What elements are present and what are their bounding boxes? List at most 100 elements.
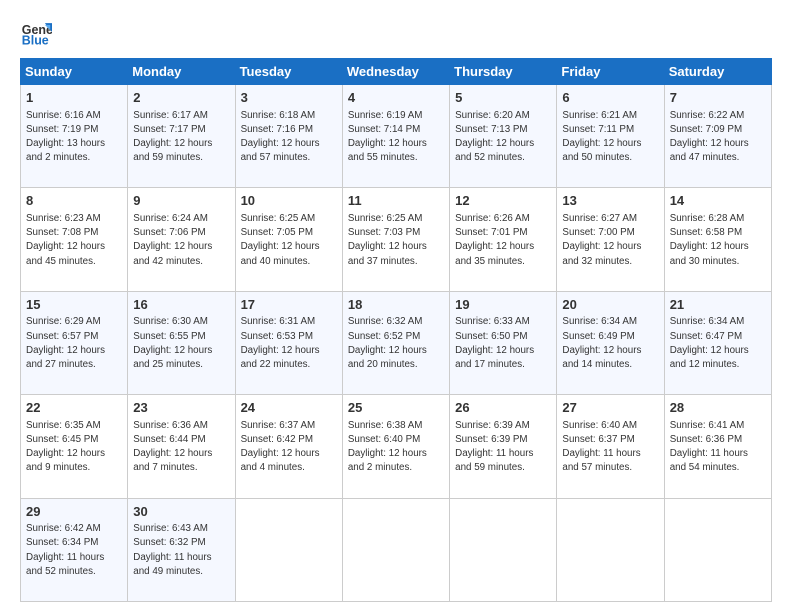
day-number: 26 [455, 399, 551, 417]
day-info: Sunrise: 6:42 AM Sunset: 6:34 PM Dayligh… [26, 523, 104, 577]
day-number: 17 [241, 296, 337, 314]
calendar-cell: 14 Sunrise: 6:28 AM Sunset: 6:58 PM Dayli… [664, 188, 771, 291]
calendar-cell: 3 Sunrise: 6:18 AM Sunset: 7:16 PM Daylig… [235, 85, 342, 188]
calendar-cell: 12 Sunrise: 6:26 AM Sunset: 7:01 PM Dayli… [450, 188, 557, 291]
day-number: 12 [455, 192, 551, 210]
calendar-cell: 29 Sunrise: 6:42 AM Sunset: 6:34 PM Dayli… [21, 498, 128, 601]
calendar-cell [235, 498, 342, 601]
calendar-cell: 7 Sunrise: 6:22 AM Sunset: 7:09 PM Daylig… [664, 85, 771, 188]
day-info: Sunrise: 6:31 AM Sunset: 6:53 PM Dayligh… [241, 316, 320, 370]
calendar-cell [557, 498, 664, 601]
calendar-cell: 20 Sunrise: 6:34 AM Sunset: 6:49 PM Dayli… [557, 291, 664, 394]
day-number: 21 [670, 296, 766, 314]
weekday-header-sunday: Sunday [21, 59, 128, 85]
day-number: 24 [241, 399, 337, 417]
calendar-table: SundayMondayTuesdayWednesdayThursdayFrid… [20, 58, 772, 602]
calendar-header: SundayMondayTuesdayWednesdayThursdayFrid… [21, 59, 772, 85]
day-info: Sunrise: 6:34 AM Sunset: 6:47 PM Dayligh… [670, 316, 749, 370]
day-number: 16 [133, 296, 229, 314]
day-info: Sunrise: 6:24 AM Sunset: 7:06 PM Dayligh… [133, 213, 212, 267]
day-info: Sunrise: 6:34 AM Sunset: 6:49 PM Dayligh… [562, 316, 641, 370]
calendar-cell: 13 Sunrise: 6:27 AM Sunset: 7:00 PM Dayli… [557, 188, 664, 291]
logo: General Blue [20, 16, 58, 48]
day-info: Sunrise: 6:27 AM Sunset: 7:00 PM Dayligh… [562, 213, 641, 267]
calendar-cell: 30Sunrise: 6:43 AM Sunset: 6:32 PM Dayli… [128, 498, 235, 601]
logo-icon: General Blue [20, 16, 52, 48]
weekday-header-wednesday: Wednesday [342, 59, 449, 85]
day-info: Sunrise: 6:28 AM Sunset: 6:58 PM Dayligh… [670, 213, 749, 267]
calendar-cell: 15Sunrise: 6:29 AM Sunset: 6:57 PM Dayli… [21, 291, 128, 394]
calendar-cell: 4 Sunrise: 6:19 AM Sunset: 7:14 PM Daylig… [342, 85, 449, 188]
day-number: 4 [348, 89, 444, 107]
day-number: 14 [670, 192, 766, 210]
day-number: 7 [670, 89, 766, 107]
day-info: Sunrise: 6:17 AM Sunset: 7:17 PM Dayligh… [133, 110, 212, 164]
calendar-cell: 6 Sunrise: 6:21 AM Sunset: 7:11 PM Daylig… [557, 85, 664, 188]
weekday-header-monday: Monday [128, 59, 235, 85]
day-number: 3 [241, 89, 337, 107]
day-number: 20 [562, 296, 658, 314]
day-info: Sunrise: 6:40 AM Sunset: 6:37 PM Dayligh… [562, 420, 640, 474]
day-number: 2 [133, 89, 229, 107]
svg-text:Blue: Blue [22, 33, 49, 47]
calendar-cell: 23 Sunrise: 6:36 AM Sunset: 6:44 PM Dayli… [128, 395, 235, 498]
day-number: 22 [26, 399, 122, 417]
weekday-header-saturday: Saturday [664, 59, 771, 85]
calendar-cell: 2 Sunrise: 6:17 AM Sunset: 7:17 PM Daylig… [128, 85, 235, 188]
day-number: 5 [455, 89, 551, 107]
weekday-header-friday: Friday [557, 59, 664, 85]
day-info: Sunrise: 6:20 AM Sunset: 7:13 PM Dayligh… [455, 110, 534, 164]
day-number: 11 [348, 192, 444, 210]
day-number: 1 [26, 89, 122, 107]
day-info: Sunrise: 6:25 AM Sunset: 7:03 PM Dayligh… [348, 213, 427, 267]
day-number: 18 [348, 296, 444, 314]
calendar-cell: 27 Sunrise: 6:40 AM Sunset: 6:37 PM Dayli… [557, 395, 664, 498]
day-info: Sunrise: 6:26 AM Sunset: 7:01 PM Dayligh… [455, 213, 534, 267]
day-number: 10 [241, 192, 337, 210]
day-info: Sunrise: 6:32 AM Sunset: 6:52 PM Dayligh… [348, 316, 427, 370]
calendar-cell: 22 Sunrise: 6:35 AM Sunset: 6:45 PM Dayli… [21, 395, 128, 498]
calendar-cell: 26 Sunrise: 6:39 AM Sunset: 6:39 PM Dayli… [450, 395, 557, 498]
calendar-cell: 10 Sunrise: 6:25 AM Sunset: 7:05 PM Dayli… [235, 188, 342, 291]
calendar-cell: 21 Sunrise: 6:34 AM Sunset: 6:47 PM Dayli… [664, 291, 771, 394]
calendar-cell: 9 Sunrise: 6:24 AM Sunset: 7:06 PM Daylig… [128, 188, 235, 291]
day-number: 19 [455, 296, 551, 314]
day-info: Sunrise: 6:16 AM Sunset: 7:19 PM Dayligh… [26, 110, 105, 164]
day-info: Sunrise: 6:35 AM Sunset: 6:45 PM Dayligh… [26, 420, 105, 474]
day-number: 29 [26, 503, 122, 521]
page-header: General Blue [20, 16, 772, 48]
calendar-cell: 16 Sunrise: 6:30 AM Sunset: 6:55 PM Dayli… [128, 291, 235, 394]
day-info: Sunrise: 6:22 AM Sunset: 7:09 PM Dayligh… [670, 110, 749, 164]
day-info: Sunrise: 6:39 AM Sunset: 6:39 PM Dayligh… [455, 420, 533, 474]
calendar-cell: 5 Sunrise: 6:20 AM Sunset: 7:13 PM Daylig… [450, 85, 557, 188]
calendar-cell: 17 Sunrise: 6:31 AM Sunset: 6:53 PM Dayli… [235, 291, 342, 394]
day-info: Sunrise: 6:21 AM Sunset: 7:11 PM Dayligh… [562, 110, 641, 164]
day-info: Sunrise: 6:41 AM Sunset: 6:36 PM Dayligh… [670, 420, 748, 474]
day-number: 8 [26, 192, 122, 210]
calendar-cell: 11 Sunrise: 6:25 AM Sunset: 7:03 PM Dayli… [342, 188, 449, 291]
day-number: 23 [133, 399, 229, 417]
day-info: Sunrise: 6:37 AM Sunset: 6:42 PM Dayligh… [241, 420, 320, 474]
day-info: Sunrise: 6:36 AM Sunset: 6:44 PM Dayligh… [133, 420, 212, 474]
calendar-cell [450, 498, 557, 601]
calendar-cell: 18 Sunrise: 6:32 AM Sunset: 6:52 PM Dayli… [342, 291, 449, 394]
weekday-header-tuesday: Tuesday [235, 59, 342, 85]
day-info: Sunrise: 6:29 AM Sunset: 6:57 PM Dayligh… [26, 316, 105, 370]
day-info: Sunrise: 6:30 AM Sunset: 6:55 PM Dayligh… [133, 316, 212, 370]
day-number: 13 [562, 192, 658, 210]
calendar-cell [664, 498, 771, 601]
calendar-cell: 8 Sunrise: 6:23 AM Sunset: 7:08 PM Daylig… [21, 188, 128, 291]
day-info: Sunrise: 6:38 AM Sunset: 6:40 PM Dayligh… [348, 420, 427, 474]
day-info: Sunrise: 6:19 AM Sunset: 7:14 PM Dayligh… [348, 110, 427, 164]
day-number: 9 [133, 192, 229, 210]
day-number: 6 [562, 89, 658, 107]
day-number: 27 [562, 399, 658, 417]
calendar-cell: 1 Sunrise: 6:16 AM Sunset: 7:19 PM Daylig… [21, 85, 128, 188]
day-info: Sunrise: 6:25 AM Sunset: 7:05 PM Dayligh… [241, 213, 320, 267]
calendar-cell: 19Sunrise: 6:33 AM Sunset: 6:50 PM Dayli… [450, 291, 557, 394]
day-number: 25 [348, 399, 444, 417]
day-info: Sunrise: 6:43 AM Sunset: 6:32 PM Dayligh… [133, 523, 211, 577]
day-info: Sunrise: 6:23 AM Sunset: 7:08 PM Dayligh… [26, 213, 105, 267]
day-info: Sunrise: 6:18 AM Sunset: 7:16 PM Dayligh… [241, 110, 320, 164]
calendar-cell [342, 498, 449, 601]
